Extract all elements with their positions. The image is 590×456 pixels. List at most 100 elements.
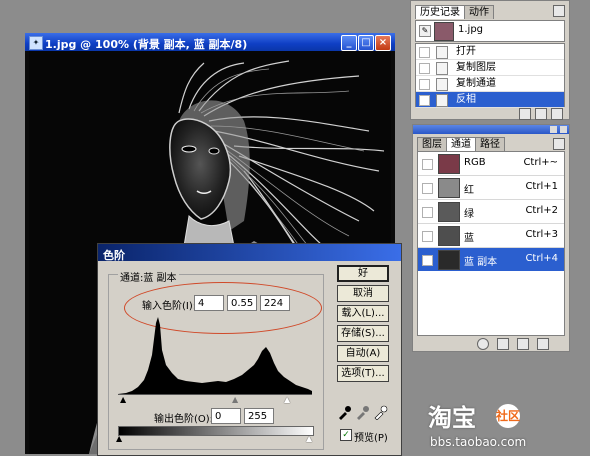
history-source-checkbox[interactable] — [419, 47, 430, 58]
options-button[interactable]: 选项(T)... — [337, 365, 389, 382]
channel-shortcut: Ctrl+~ — [523, 157, 558, 168]
channel-thumbnail — [438, 226, 460, 246]
output-gradient-bar — [118, 426, 314, 436]
history-state-icon — [436, 62, 448, 75]
channel-name: 蓝 — [464, 233, 474, 244]
preview-checkbox[interactable]: ✓ — [340, 429, 352, 441]
channel-name: 绿 — [464, 209, 474, 220]
history-item[interactable]: 复制通道 — [416, 76, 564, 92]
eyedroppers — [339, 405, 388, 420]
channel-row-red[interactable]: 红 Ctrl+1 — [418, 176, 564, 200]
minimize-button[interactable]: _ — [341, 35, 357, 51]
delete-state-button[interactable] — [551, 108, 563, 120]
snapshot-brush-icon: ✎ — [419, 25, 431, 37]
channel-row-blue[interactable]: 蓝 Ctrl+3 — [418, 224, 564, 248]
channel-row-blue-copy[interactable]: ◉ 蓝 副本 Ctrl+4 — [418, 248, 564, 272]
channel-list-empty-area — [417, 271, 565, 336]
watermark-community: 社区 — [496, 409, 521, 423]
new-document-from-state-button[interactable] — [519, 108, 531, 120]
channel-label: 通道:蓝 副本 — [118, 269, 179, 284]
tab-layers[interactable]: 图层 — [417, 137, 447, 151]
save-selection-button[interactable] — [497, 338, 509, 350]
histogram — [118, 317, 312, 394]
load-selection-button[interactable] — [477, 338, 489, 350]
eye-icon[interactable]: ◉ — [422, 255, 433, 266]
channel-thumbnail — [438, 250, 460, 270]
history-snapshot-row[interactable]: ✎ 1.jpg — [415, 20, 565, 42]
auto-button[interactable]: 自动(A) — [337, 345, 389, 362]
history-source-checkbox[interactable] — [419, 95, 430, 106]
delete-channel-button[interactable] — [537, 338, 549, 350]
gray-eyedropper-icon[interactable] — [357, 406, 369, 420]
histogram-baseline — [118, 394, 312, 395]
history-item-label: 打开 — [456, 46, 476, 57]
history-item[interactable]: 复制图层 — [416, 60, 564, 76]
history-item-label: 反相 — [456, 94, 476, 105]
history-item-selected[interactable]: 反相 — [416, 92, 564, 108]
channel-shortcut: Ctrl+1 — [525, 181, 558, 192]
channel-thumbnail — [438, 154, 460, 174]
history-state-icon — [436, 78, 448, 91]
image-window-titlebar[interactable]: ✦ 1.jpg @ 100% (背景 副本, 蓝 副本/8) _ □ × — [25, 33, 395, 51]
channel-shortcut: Ctrl+3 — [525, 229, 558, 240]
history-state-icon — [436, 94, 448, 107]
history-source-checkbox[interactable] — [419, 79, 430, 90]
image-window-title: 1.jpg @ 100% (背景 副本, 蓝 副本/8) — [45, 38, 248, 51]
save-button[interactable]: 存储(S)... — [337, 325, 389, 342]
channel-name: 蓝 副本 — [464, 257, 498, 268]
preview-label: 预览(P) — [354, 433, 388, 444]
black-point-slider[interactable]: ▲ — [120, 395, 126, 404]
channel-shortcut: Ctrl+2 — [525, 205, 558, 216]
black-eyedropper-icon[interactable] — [339, 406, 351, 420]
levels-dialog-titlebar[interactable]: 色阶 — [98, 244, 401, 262]
tab-history[interactable]: 历史记录 — [415, 5, 465, 19]
panel-menu-button[interactable] — [553, 5, 565, 17]
white-point-slider[interactable]: ▲ — [284, 395, 290, 404]
tab-channels[interactable]: 通道 — [446, 137, 476, 151]
ok-button[interactable]: 好 — [337, 265, 389, 282]
white-eyedropper-icon[interactable] — [374, 405, 388, 420]
history-item-label: 复制通道 — [456, 78, 496, 89]
watermark-community-badge: 社区 — [496, 404, 520, 428]
channels-panel[interactable]: 图层 通道 路径 RGB Ctrl+~ 红 Ctrl+1 绿 Ctrl+2 蓝 Ctrl+3… — [412, 124, 570, 352]
levels-dialog-title: 色阶 — [103, 249, 125, 262]
visibility-toggle[interactable] — [422, 207, 433, 218]
history-panel[interactable]: 历史记录 动作 ✎ 1.jpg 打开 复制图层 复制通道 反相 — [410, 0, 570, 120]
channel-row-green[interactable]: 绿 Ctrl+2 — [418, 200, 564, 224]
watermark-url: bbs.taobao.com — [430, 435, 527, 449]
channel-row-rgb[interactable]: RGB Ctrl+~ — [418, 152, 564, 176]
output-black-field[interactable]: 0 — [211, 408, 241, 424]
history-list[interactable]: 打开 复制图层 复制通道 反相 — [415, 43, 565, 108]
output-white-slider[interactable]: ▲ — [306, 434, 312, 443]
history-item[interactable]: 打开 — [416, 44, 564, 60]
new-snapshot-button[interactable] — [535, 108, 547, 120]
history-source-checkbox[interactable] — [419, 63, 430, 74]
close-button[interactable]: × — [375, 35, 391, 51]
output-black-slider[interactable]: ▲ — [116, 434, 122, 443]
snapshot-thumbnail — [434, 22, 454, 41]
visibility-toggle[interactable] — [422, 231, 433, 242]
channel-shortcut: Ctrl+4 — [525, 253, 558, 264]
new-channel-button[interactable] — [517, 338, 529, 350]
tab-paths[interactable]: 路径 — [475, 137, 505, 151]
channel-name: RGB — [464, 157, 486, 168]
channel-thumbnail — [438, 202, 460, 222]
panel-titlebar[interactable] — [413, 125, 569, 134]
channel-name: 红 — [464, 185, 474, 196]
levels-dialog[interactable]: 色阶 通道:蓝 副本 输入色阶(I): 4 0.55 224 ▲ ▲ ▲ 输出色… — [97, 243, 402, 456]
visibility-toggle[interactable] — [422, 183, 433, 194]
panel-minimize-button[interactable] — [550, 126, 557, 133]
output-levels-label: 输出色阶(O): — [154, 414, 214, 425]
history-item-label: 复制图层 — [456, 62, 496, 73]
channel-list[interactable]: RGB Ctrl+~ 红 Ctrl+1 绿 Ctrl+2 蓝 Ctrl+3 ◉ 蓝 副本 C… — [417, 151, 565, 272]
gamma-slider[interactable]: ▲ — [232, 395, 238, 404]
cancel-button[interactable]: 取消 — [337, 285, 389, 302]
tab-actions[interactable]: 动作 — [464, 5, 494, 19]
watermark-brand: 淘宝 — [428, 404, 476, 432]
panel-close-button[interactable] — [560, 126, 567, 133]
panel-menu-button[interactable] — [553, 138, 565, 150]
load-button[interactable]: 载入(L)... — [337, 305, 389, 322]
maximize-button[interactable]: □ — [358, 35, 374, 51]
visibility-toggle[interactable] — [422, 159, 433, 170]
output-white-field[interactable]: 255 — [244, 408, 274, 424]
